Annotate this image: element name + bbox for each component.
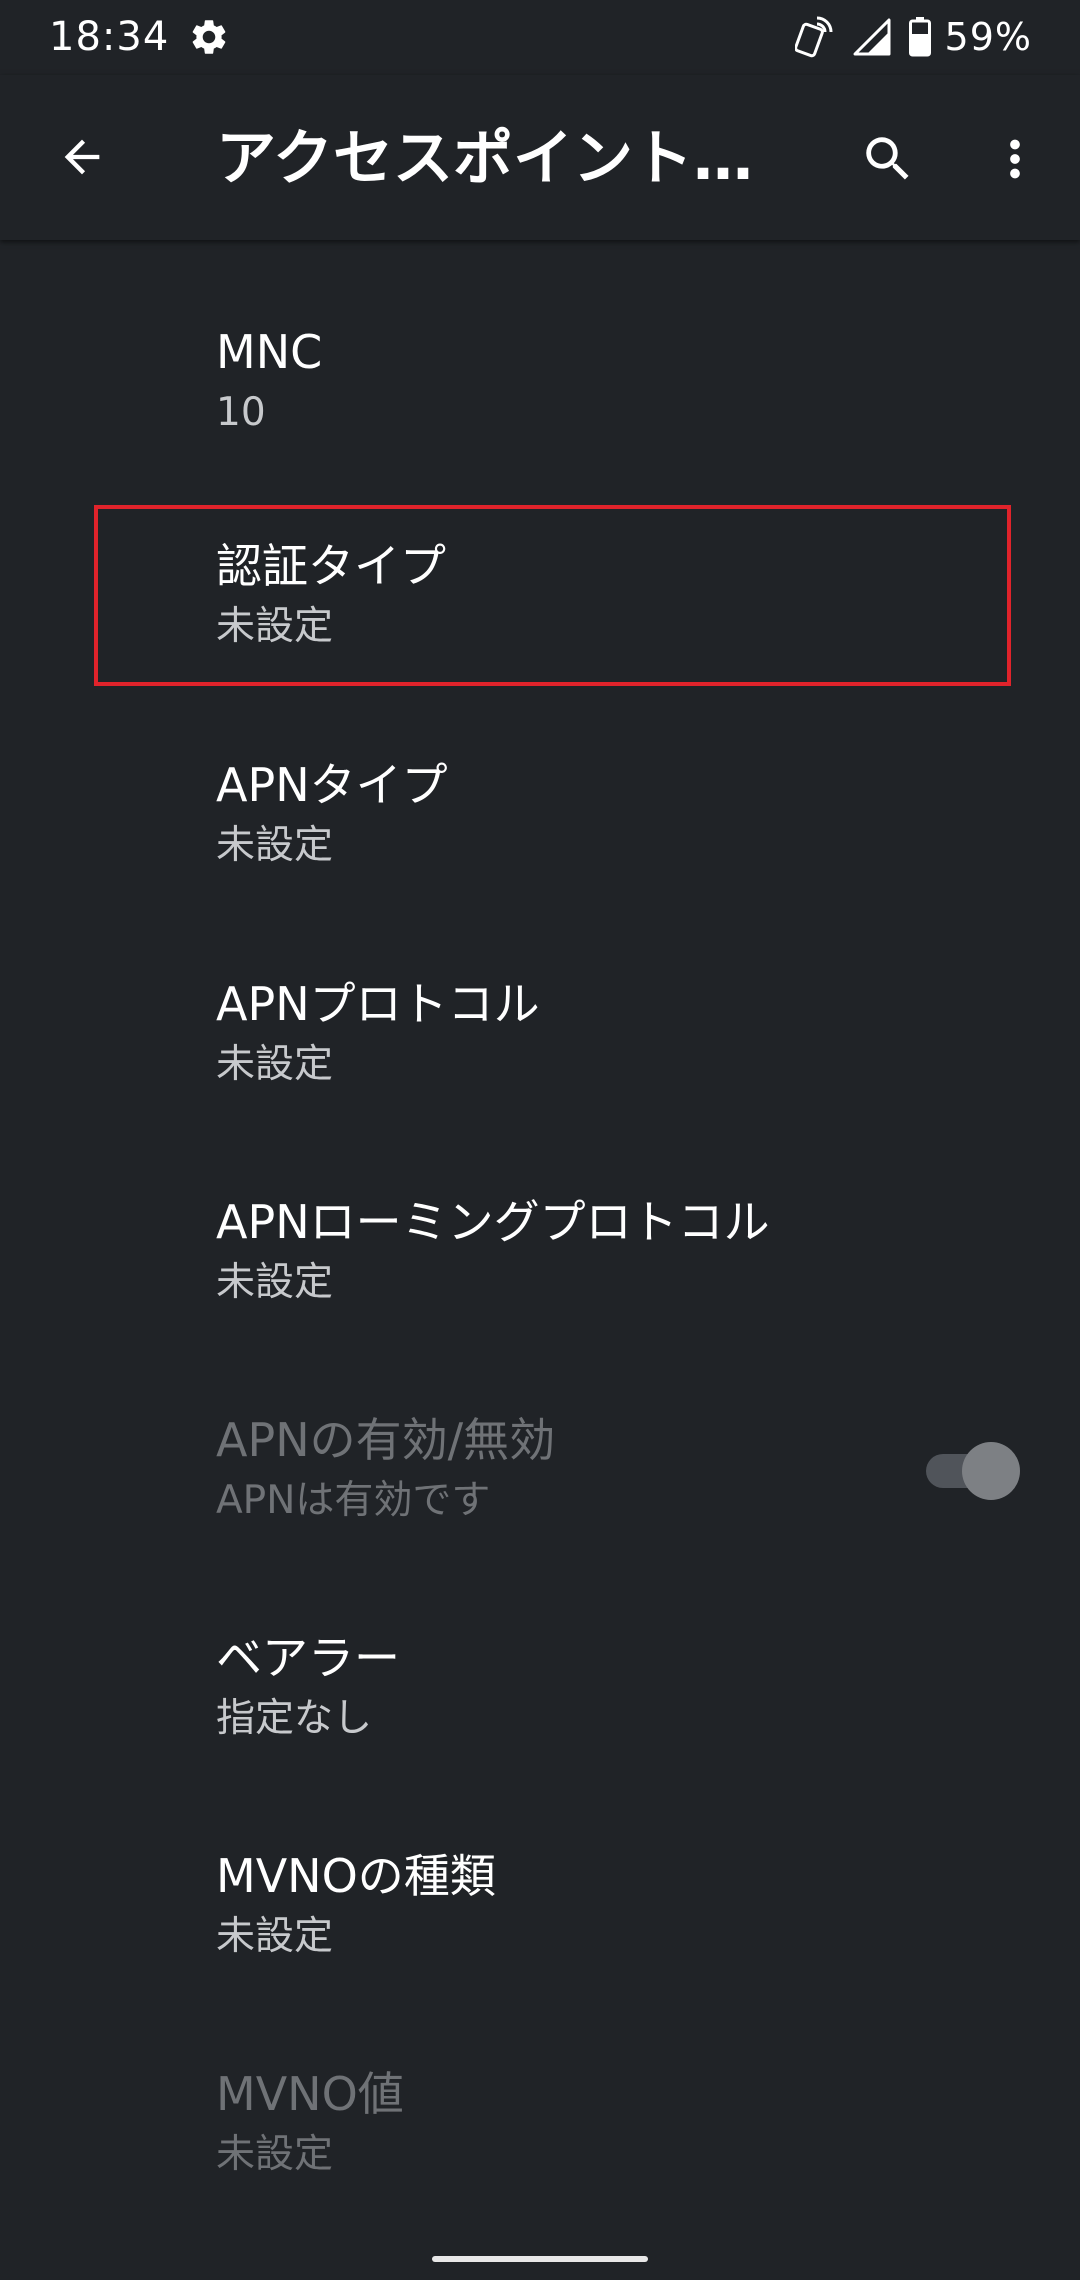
pref-apn-roaming-protocol[interactable]: APNローミングプロトコル 未設定 [0,1116,1080,1316]
pref-summary: 未設定 [216,2132,334,2177]
pref-mvno-type[interactable]: MVNOの種類 未設定 [0,1770,1080,1970]
page-title: アクセスポイントの編集 [216,124,756,194]
signal-icon [853,18,891,56]
status-time: 18:34 [49,14,170,60]
apn-enable-switch [926,1442,1022,1500]
pref-title: ベアラー [216,1631,400,1685]
pref-title: APNタイプ [216,758,448,812]
pref-title: 認証タイプ [216,539,446,593]
pref-title: MVNO値 [216,2067,404,2121]
gear-icon [188,16,230,58]
status-icons: 59% [794,12,1032,62]
home-indicator[interactable] [432,2256,648,2262]
battery-icon [908,17,931,57]
pref-apn-type[interactable]: APNタイプ 未設定 [0,680,1080,880]
pref-summary: 指定なし [216,1696,373,1741]
status-bar: 18:34 59% [0,0,1080,75]
pref-auth-type[interactable]: 認証タイプ 未設定 [0,460,1080,660]
search-icon[interactable] [848,119,928,199]
pref-title: APNプロトコル [216,977,540,1031]
battery-percent: 59% [944,15,1032,59]
pref-title: MVNOの種類 [216,1849,496,1903]
pref-mvno-value: MVNO値 未設定 [0,1988,1080,2188]
pref-mnc[interactable]: MNC 10 [0,240,1080,440]
pref-summary: 10 [216,390,266,435]
pref-apn-protocol[interactable]: APNプロトコル 未設定 [0,898,1080,1098]
pref-title: MNC [216,325,323,379]
pref-title: APNローミングプロトコル [216,1195,770,1249]
switch-thumb [962,1442,1020,1500]
pref-summary: 未設定 [216,1042,334,1087]
pref-summary: APNは有効です [216,1478,491,1523]
pref-summary: 未設定 [216,1260,334,1305]
pref-bearer[interactable]: ベアラー 指定なし [0,1552,1080,1752]
pref-title: APNの有効/無効 [216,1413,556,1467]
app-bar: アクセスポイントの編集 [0,75,1080,240]
pref-apn-enable: APNの有効/無効 APNは有効です [0,1334,1080,1534]
pref-summary: 未設定 [216,823,334,868]
arrow-back-icon[interactable] [42,117,122,197]
nfc-icon [794,16,835,58]
pref-summary: 未設定 [216,1914,334,1959]
more-vert-icon[interactable] [975,119,1055,199]
pref-summary: 未設定 [216,604,334,649]
